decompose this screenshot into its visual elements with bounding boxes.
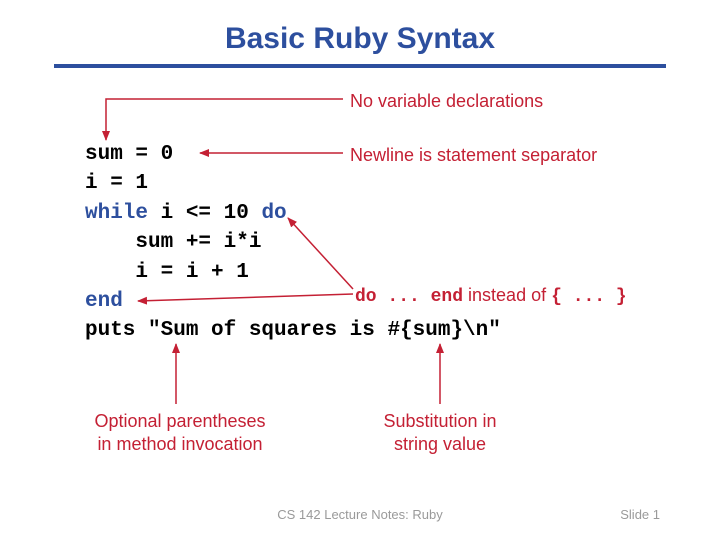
keyword-while: while (85, 202, 148, 225)
slide-title: Basic Ruby Syntax (0, 0, 720, 64)
code-line-4: sum += i*i (85, 231, 261, 254)
arrow-no-declarations (106, 99, 343, 140)
keyword-end: end (85, 290, 123, 313)
annotation-do-end-text: instead of (463, 285, 551, 305)
annotation-newline-separator: Newline is statement separator (350, 144, 597, 167)
keyword-do: do (261, 202, 286, 225)
footer-lecture-notes: CS 142 Lecture Notes: Ruby (0, 507, 720, 522)
annotation-subst-line1: Substitution in (350, 410, 530, 433)
annotation-no-declarations: No variable declarations (350, 90, 543, 113)
title-underline (54, 64, 666, 68)
annotation-substitution: Substitution in string value (350, 410, 530, 457)
annotation-opt-paren-line1: Optional parentheses (75, 410, 285, 433)
code-line-2: i = 1 (85, 172, 148, 195)
annotation-optional-parentheses: Optional parentheses in method invocatio… (75, 410, 285, 457)
annotation-do-end-code1: do ... end (355, 287, 463, 307)
code-block: sum = 0 i = 1 while i <= 10 do sum += i*… (85, 140, 501, 346)
annotation-do-end: do ... end instead of { ... } (355, 284, 627, 309)
code-line-5: i = i + 1 (85, 261, 249, 284)
code-line-7: puts "Sum of squares is #{sum}\n" (85, 319, 501, 342)
annotation-subst-line2: string value (350, 433, 530, 456)
annotation-do-end-code2: { ... } (551, 287, 627, 307)
annotation-opt-paren-line2: in method invocation (75, 433, 285, 456)
footer-slide-number: Slide 1 (620, 507, 660, 522)
code-line-1: sum = 0 (85, 143, 173, 166)
code-line-3-mid: i <= 10 (148, 202, 261, 225)
